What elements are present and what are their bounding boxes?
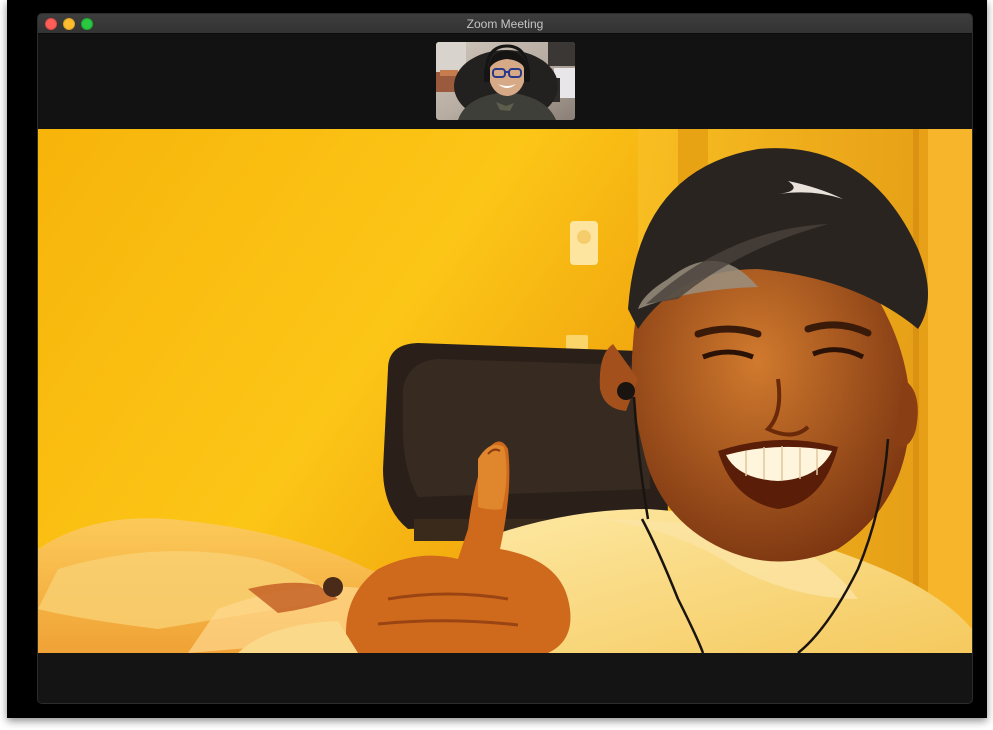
active-speaker-feed [38,129,972,653]
active-speaker-video[interactable] [38,129,972,653]
title-bar[interactable]: Zoom Meeting [38,14,972,34]
meeting-controls-bar[interactable] [38,653,972,703]
participant-strip [38,34,972,129]
desktop-backdrop: Zoom Meeting [7,0,987,718]
participant-thumbnail[interactable] [436,42,575,120]
zoom-meeting-window: Zoom Meeting [37,13,973,704]
participant-thumbnail-video [436,42,575,120]
window-title: Zoom Meeting [466,17,544,31]
